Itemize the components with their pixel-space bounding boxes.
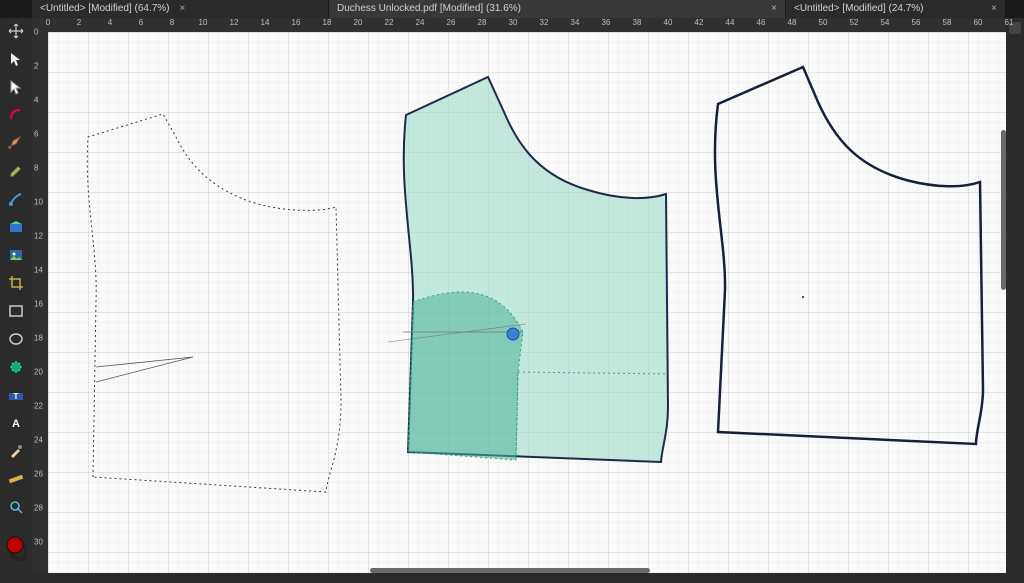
- canvas[interactable]: [48, 32, 1006, 573]
- tab-label: Duchess Unlocked.pdf [Modified] (31.6%): [337, 0, 521, 18]
- measure-tool[interactable]: [5, 468, 27, 490]
- vertical-scrollbar-thumb[interactable]: [1001, 130, 1006, 290]
- move-tool[interactable]: [5, 20, 27, 42]
- close-icon[interactable]: ×: [991, 0, 997, 18]
- horizontal-scrollbar-thumb[interactable]: [370, 568, 650, 573]
- horizontal-ruler[interactable]: 0246810121416182022242628303234363840424…: [48, 18, 1006, 32]
- document-tab-2[interactable]: Duchess Unlocked.pdf [Modified] (31.6%) …: [329, 0, 786, 18]
- tab-label: <Untitled> [Modified] (24.7%): [794, 0, 924, 18]
- artwork: [48, 32, 1006, 573]
- svg-text:T: T: [14, 392, 19, 401]
- tools-panel: T A: [0, 18, 32, 573]
- color-picker-tool[interactable]: [5, 440, 27, 462]
- fill-tool[interactable]: [5, 216, 27, 238]
- app-root: <Untitled> [Modified] (64.7%) × Duchess …: [0, 0, 1024, 583]
- vertical-ruler[interactable]: 024681012141618202224262830: [32, 32, 48, 573]
- tab-label: <Untitled> [Modified] (64.7%): [40, 0, 170, 18]
- pattern-piece-right[interactable]: [715, 67, 983, 444]
- document-tab-3[interactable]: <Untitled> [Modified] (24.7%) ×: [786, 0, 1006, 18]
- crop-tool[interactable]: [5, 272, 27, 294]
- zoom-tool[interactable]: [5, 496, 27, 518]
- arrow-tool[interactable]: [5, 48, 27, 70]
- rectangle-tool[interactable]: [5, 300, 27, 322]
- star-tool[interactable]: [5, 356, 27, 378]
- right-panel-collapsed[interactable]: [1006, 18, 1024, 573]
- ellipse-tool[interactable]: [5, 328, 27, 350]
- pencil-tool[interactable]: [5, 160, 27, 182]
- pen-tool[interactable]: [5, 132, 27, 154]
- vector-brush-tool[interactable]: [5, 188, 27, 210]
- corner-tool[interactable]: [5, 104, 27, 126]
- color-swatch[interactable]: [5, 534, 27, 562]
- node-tool[interactable]: [5, 76, 27, 98]
- svg-text:A: A: [12, 418, 20, 430]
- place-image-tool[interactable]: [5, 244, 27, 266]
- close-icon[interactable]: ×: [180, 0, 186, 18]
- document-tab-1[interactable]: <Untitled> [Modified] (64.7%) ×: [32, 0, 329, 18]
- close-icon[interactable]: ×: [771, 0, 777, 18]
- control-node[interactable]: [507, 328, 519, 340]
- pattern-piece-middle[interactable]: [388, 77, 668, 462]
- frame-text-tool[interactable]: A: [5, 412, 27, 434]
- pattern-piece-left[interactable]: [87, 114, 341, 492]
- document-tabbar: <Untitled> [Modified] (64.7%) × Duchess …: [32, 0, 1006, 18]
- art-text-tool[interactable]: T: [5, 384, 27, 406]
- status-bar: [0, 573, 1024, 583]
